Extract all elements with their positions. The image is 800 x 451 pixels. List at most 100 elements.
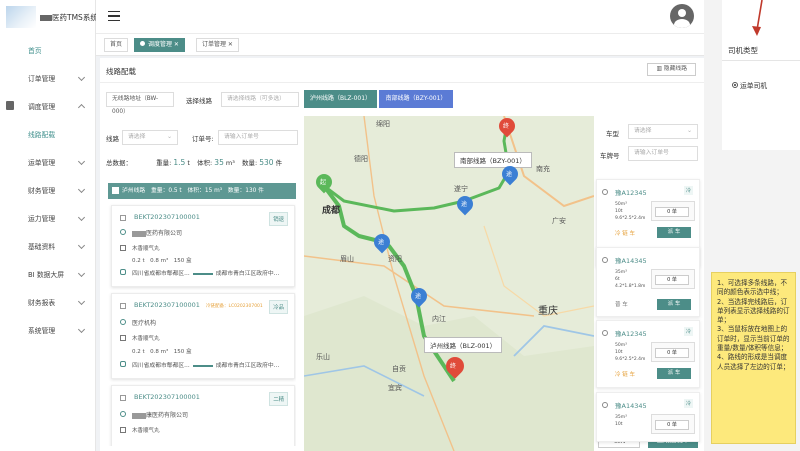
order-id[interactable]: BEKT202307100001 [134, 301, 200, 309]
vehicle-radio[interactable] [602, 402, 608, 408]
driver-option-label[interactable]: 运单司机 [740, 80, 767, 90]
route-callout-luzhou[interactable]: 泸州线路（BLZ-001） [424, 337, 503, 353]
app-title: 医药TMS系统 [40, 12, 98, 23]
route-icon [120, 269, 126, 275]
vehicle-type-tag: 冷 [683, 186, 693, 195]
city-label: 广安 [552, 217, 566, 225]
box-icon [120, 427, 126, 433]
cold-chain-note: 冷链配备：LC0202307001 [206, 304, 263, 309]
order-no-input[interactable]: 请输入订单号 [218, 130, 298, 145]
order-customer: 医疗机构 [132, 320, 157, 327]
route-summary-bar[interactable]: 泸州线路 重量：0.5 t 体积：15 m³ 数量：130 件 [108, 183, 296, 199]
order-count: 0 单 [655, 207, 689, 217]
app-logo: 医药TMS系统 [6, 6, 98, 28]
route-checkbox[interactable] [112, 187, 119, 194]
nav-waybill-mgmt[interactable]: 运单管理 [0, 148, 96, 176]
nav-route-loading[interactable]: 线路配载 [0, 120, 96, 148]
vehicle-radio[interactable] [602, 330, 608, 336]
clipboard-icon [6, 101, 14, 110]
city-label: 资阳 [388, 255, 402, 263]
radio-icon[interactable] [732, 82, 738, 88]
route-label: 线路 [106, 135, 119, 143]
order-id[interactable]: BEKT202307100001 [134, 213, 200, 221]
vehicle-radio[interactable] [602, 257, 608, 263]
nav-base-data[interactable]: 基础资料 [0, 232, 96, 260]
divider [722, 60, 800, 61]
route-tab-luzhou[interactable]: 泸州线路（BLZ-001） [304, 90, 377, 108]
vehicle-card[interactable]: 豫A14345 冷 35m³ 10t 0 单 [596, 392, 700, 442]
city-label: 宜宾 [388, 384, 402, 392]
chevron-down-icon [77, 325, 86, 334]
order-metrics: 0.2 t 0.8 m³ 150 盒 [132, 258, 192, 264]
route-callout-south[interactable]: 南部线路（BZY-001） [454, 152, 532, 168]
order-customer: 康医药有限公司 [132, 410, 188, 419]
order-card[interactable]: BEKT202307100001 销退 医药有限公司 木香顺气丸 0.2 t 0… [111, 205, 295, 287]
order-card[interactable]: BEKT202307100001 二精 康医药有限公司 木香顺气丸 [111, 385, 295, 446]
city-label: 成都 [322, 206, 341, 216]
dispatch-button[interactable]: 派 车 [657, 368, 691, 379]
tab-home[interactable]: 首页 [104, 38, 129, 52]
city-label: 德阳 [354, 155, 368, 163]
hide-icon: ▥ [656, 66, 664, 72]
order-card[interactable]: BEKT202307100001 冷链配备：LC0202307001 冷品 医疗… [111, 293, 295, 379]
order-checkbox[interactable] [120, 395, 126, 401]
city-label: 遂宁 [454, 185, 468, 193]
chevron-down-icon [77, 241, 86, 250]
menu-toggle-icon[interactable] [108, 11, 120, 22]
order-id[interactable]: BEKT202307100001 [134, 393, 200, 401]
chevron-down-icon [77, 73, 86, 82]
avatar[interactable] [670, 4, 694, 28]
vehicle-plate: 豫A12345 [615, 330, 647, 338]
nav-finance-report[interactable]: 财务报表 [0, 288, 96, 316]
select-route-input[interactable]: 请选择线路（可多选） [221, 92, 299, 107]
vehicle-type-tag: 冷 [683, 327, 693, 336]
tab-order[interactable]: 订单管理 ✕ [196, 38, 239, 52]
order-count: 0 单 [655, 420, 689, 430]
vehicle-plate: 豫A12345 [615, 189, 647, 197]
nav-bi-screen[interactable]: BI 数据大屏 [0, 260, 96, 288]
route-select[interactable]: 请选择 ⌄ [122, 130, 178, 145]
nav-system-mgmt[interactable]: 系统管理 [0, 316, 96, 344]
order-product: 木香顺气丸 [132, 246, 160, 252]
vehicle-radio[interactable] [602, 189, 608, 195]
order-tag: 冷品 [269, 300, 288, 314]
chevron-down-icon [77, 185, 86, 194]
vehicle-category: 冷 链 车 [615, 231, 635, 237]
order-checkbox[interactable] [120, 215, 126, 221]
order-checkbox[interactable] [120, 303, 126, 309]
chevron-down-icon: ⌄ [167, 134, 172, 140]
box-icon [120, 335, 126, 341]
nav-dispatch-mgmt[interactable]: 调度管理 [0, 92, 96, 120]
dispatch-button[interactable]: 派 车 [657, 299, 691, 310]
map-canvas [304, 116, 594, 451]
route-tab-south[interactable]: 南部线路（BZY-001） [379, 90, 453, 108]
user-icon [120, 319, 126, 325]
vehicle-plate: 豫A14345 [615, 257, 647, 265]
hide-route-button[interactable]: ▥ 隐藏线路 [647, 63, 696, 76]
route-icon [120, 361, 126, 367]
nav-order-mgmt[interactable]: 订单管理 [0, 64, 96, 92]
order-route: 四川省成都市郫都区... 成都市青白江区政府中... [132, 363, 280, 369]
vehicle-category: 冷 链 车 [615, 372, 635, 378]
city-label: 内江 [432, 315, 446, 323]
vehicle-card[interactable]: 豫A14345 35m³ 6t 4.2*1.8*1.8m 0 单 普 车 派 车 [596, 247, 700, 317]
sidebar: 医药TMS系统 首页 订单管理 调度管理 线路配载 运单管理 财务管理 运力管理… [0, 0, 98, 451]
divider [100, 82, 704, 83]
city-label: 乐山 [316, 353, 330, 361]
route-map[interactable]: 绵阳 德阳 成都 眉山 乐山 资阳 内江 自贡 宜宾 重庆 南充 广安 遂宁 南… [304, 116, 594, 451]
tab-dispatch[interactable]: 调度管理 ✕ [134, 38, 185, 52]
side-nav: 首页 订单管理 调度管理 线路配载 运单管理 财务管理 运力管理 基础资料 BI… [0, 36, 96, 344]
dispatch-button[interactable]: 派 车 [657, 227, 691, 238]
no-route-address-field[interactable]: 无线路地址（BW-000） [106, 92, 174, 115]
vehicle-card[interactable]: 豫A12345 冷 50m³ 10t 9.6*2.5*2.4m 0 单 冷 链 … [596, 320, 700, 388]
city-label: 南充 [536, 165, 550, 173]
order-tag: 销退 [269, 212, 288, 226]
chevron-down-icon [77, 297, 86, 306]
nav-finance-mgmt[interactable]: 财务管理 [0, 176, 96, 204]
order-customer: 医药有限公司 [132, 228, 182, 237]
nav-home[interactable]: 首页 [0, 36, 96, 64]
city-label: 眉山 [340, 255, 354, 263]
nav-capacity-mgmt[interactable]: 运力管理 [0, 204, 96, 232]
total-stats: 总数据： 重量: 1.5 t 体积: 35 m³ 数量: 530 件 [106, 158, 283, 167]
select-route-label: 选择线路 [186, 97, 212, 105]
